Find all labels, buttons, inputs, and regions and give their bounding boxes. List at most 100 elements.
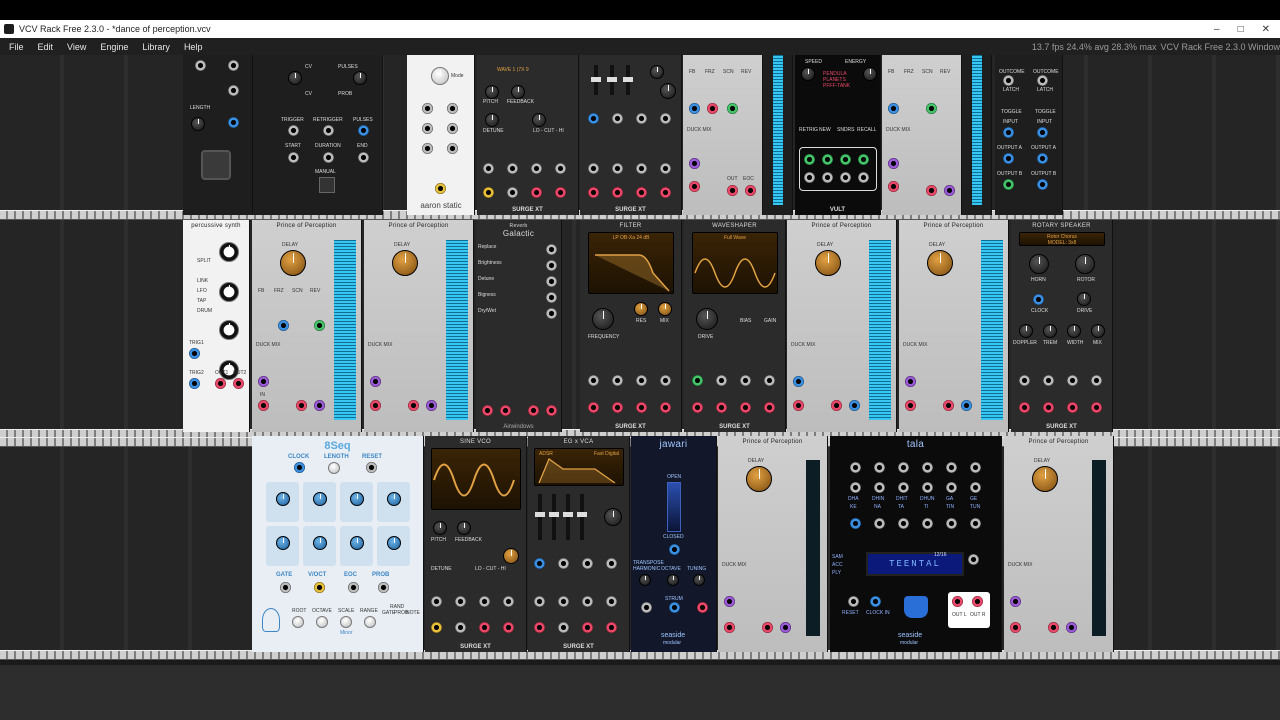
knob[interactable]: [667, 574, 679, 586]
step-knob[interactable]: [276, 536, 290, 550]
jack[interactable]: [588, 402, 599, 413]
module-vult[interactable]: SPEED ENERGY PENDULA PLANETS PFFF-TANK R…: [795, 55, 881, 215]
jack[interactable]: [762, 622, 773, 633]
jack[interactable]: [422, 103, 433, 114]
jack[interactable]: [296, 400, 307, 411]
jack[interactable]: [408, 400, 419, 411]
step-knob[interactable]: [276, 492, 290, 506]
jack[interactable]: [422, 123, 433, 134]
module-sine-vco[interactable]: SINE VCO PITCH FEEDBACK DETUNE LO - CUT …: [425, 436, 527, 652]
module-surge-vco[interactable]: WAVE 1 (7X 9 PITCH FEEDBACK DETUNE LO - …: [477, 55, 579, 215]
rack-empty-area[interactable]: [0, 665, 1280, 720]
jack[interactable]: [740, 375, 751, 386]
jack[interactable]: [422, 143, 433, 154]
knob[interactable]: [511, 85, 525, 99]
clock-in-jack[interactable]: [870, 596, 881, 607]
jack[interactable]: [922, 518, 933, 529]
jack[interactable]: [888, 103, 899, 114]
jack[interactable]: [968, 554, 979, 565]
jack[interactable]: [858, 154, 869, 165]
release-slider[interactable]: [577, 494, 587, 540]
knob[interactable]: [1043, 324, 1057, 338]
jack[interactable]: [612, 402, 623, 413]
module-tala[interactable]: tala DHA DHIN DHIT DHUN GA GE KE NA TA T…: [830, 436, 1002, 652]
jack[interactable]: [641, 602, 652, 613]
menu-library[interactable]: Library: [135, 42, 177, 52]
drive-knob[interactable]: [1077, 292, 1091, 306]
jack[interactable]: [636, 402, 647, 413]
minimize-button[interactable]: –: [1214, 24, 1220, 35]
jack[interactable]: [660, 187, 671, 198]
jack[interactable]: [922, 482, 933, 493]
menu-view[interactable]: View: [60, 42, 93, 52]
jack[interactable]: [546, 405, 557, 416]
jack[interactable]: [358, 125, 369, 136]
step-knob[interactable]: [313, 536, 327, 550]
jack[interactable]: [961, 400, 972, 411]
jack[interactable]: [793, 376, 804, 387]
jack[interactable]: [612, 163, 623, 174]
jack[interactable]: [582, 558, 593, 569]
jack[interactable]: [1010, 596, 1021, 607]
jack[interactable]: [314, 320, 325, 331]
jack[interactable]: [660, 163, 671, 174]
module-quantizer[interactable]: Mode aaron static: [407, 55, 475, 215]
knob[interactable]: [650, 65, 664, 79]
jack[interactable]: [447, 143, 458, 154]
jack[interactable]: [189, 378, 200, 389]
drive-knob[interactable]: [696, 308, 718, 330]
module-surge-waveshaper[interactable]: WAVESHAPER Full Wave DRIVE BIAS GAIN SUR…: [684, 220, 786, 432]
jack[interactable]: [534, 596, 545, 607]
jack[interactable]: [905, 400, 916, 411]
knob[interactable]: [353, 71, 367, 85]
jack[interactable]: [233, 378, 244, 389]
jack[interactable]: [555, 163, 566, 174]
knob[interactable]: [801, 67, 815, 81]
jack[interactable]: [582, 596, 593, 607]
jack[interactable]: [546, 244, 557, 255]
jack[interactable]: [660, 113, 671, 124]
jack[interactable]: [370, 400, 381, 411]
jawari-slider[interactable]: [667, 482, 681, 532]
sustain-slider[interactable]: [563, 494, 573, 540]
module-rotary-speaker[interactable]: ROTARY SPEAKER Rotor Chorus MODEL: 3x8 H…: [1011, 220, 1113, 432]
jack[interactable]: [636, 187, 647, 198]
slider[interactable]: [623, 65, 633, 95]
jack[interactable]: [455, 596, 466, 607]
jack[interactable]: [740, 402, 751, 413]
horn-knob[interactable]: [1029, 254, 1049, 274]
jack[interactable]: [697, 602, 708, 613]
manual-pad-button[interactable]: [201, 150, 231, 180]
jack[interactable]: [724, 596, 735, 607]
jack[interactable]: [606, 622, 617, 633]
jack[interactable]: [943, 400, 954, 411]
jack[interactable]: [1003, 127, 1014, 138]
jack[interactable]: [558, 558, 569, 569]
menu-engine[interactable]: Engine: [93, 42, 135, 52]
jack[interactable]: [689, 158, 700, 169]
jack[interactable]: [500, 405, 511, 416]
frequency-knob[interactable]: [592, 308, 614, 330]
module-surge-mixer[interactable]: SURGE XT: [580, 55, 682, 215]
jack[interactable]: [546, 260, 557, 271]
jack[interactable]: [323, 125, 334, 136]
jack[interactable]: [689, 181, 700, 192]
jack[interactable]: [278, 320, 289, 331]
jack[interactable]: [692, 375, 703, 386]
jack[interactable]: [558, 622, 569, 633]
knob[interactable]: [219, 282, 239, 302]
module-8seq[interactable]: 8Seq CLOCK LENGTH RESET GATE V/OCT EOC P…: [252, 436, 424, 652]
rack-canvas[interactable]: LENGTH CV PULSES CV PROB TRIGGER RETRIGG…: [0, 55, 1280, 665]
jack[interactable]: [1091, 402, 1102, 413]
jack[interactable]: [612, 187, 623, 198]
module-percussive-synth[interactable]: percussive synth SPLIT LINK LFO TAP DRUM…: [183, 220, 250, 432]
step-cell[interactable]: [340, 482, 373, 522]
jack[interactable]: [946, 518, 957, 529]
close-button[interactable]: ✕: [1262, 24, 1270, 35]
jack[interactable]: [447, 103, 458, 114]
step-knob[interactable]: [313, 492, 327, 506]
delay-knob[interactable]: [280, 250, 306, 276]
menu-file[interactable]: File: [0, 42, 31, 52]
jack[interactable]: [716, 375, 727, 386]
jack[interactable]: [970, 482, 981, 493]
